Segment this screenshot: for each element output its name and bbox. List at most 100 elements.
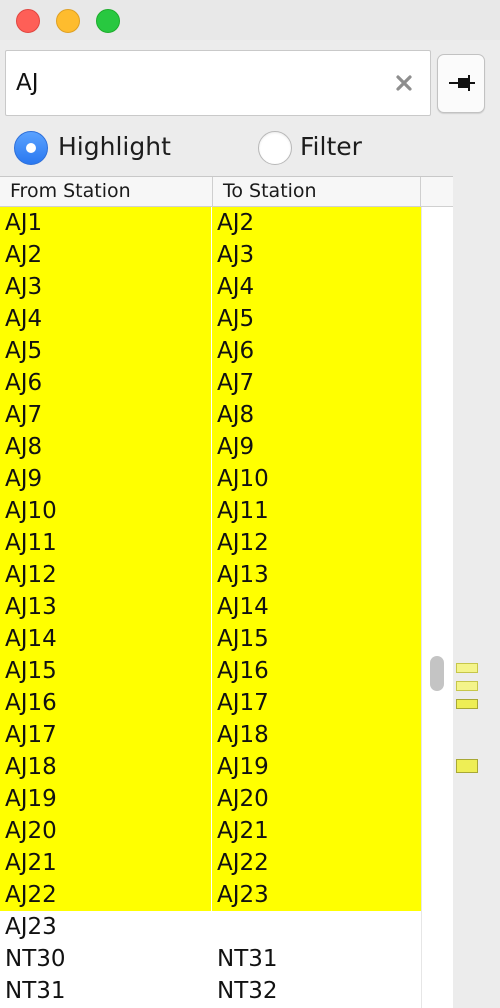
to-station-cell: AJ22: [217, 850, 269, 876]
to-station-cell: AJ8: [217, 402, 255, 428]
title-bar: [0, 0, 500, 40]
table-row[interactable]: AJ23: [0, 911, 421, 943]
from-station-cell: AJ20: [0, 815, 212, 847]
from-station-cell: AJ14: [0, 623, 212, 655]
to-station-cell: AJ5: [217, 306, 255, 332]
table-row[interactable]: AJ3 AJ4: [0, 271, 421, 303]
to-station-cell: AJ4: [217, 274, 255, 300]
match-marker[interactable]: [456, 663, 478, 673]
scrollbar-thumb[interactable]: [430, 656, 444, 691]
to-station-cell: AJ16: [217, 658, 269, 684]
close-x-icon: [396, 75, 412, 91]
zoom-window-button[interactable]: [96, 9, 120, 33]
to-station-cell: AJ15: [217, 626, 269, 652]
from-station-cell: AJ4: [0, 303, 212, 335]
highlight-radio[interactable]: [14, 131, 48, 165]
from-station-cell: NT31: [5, 978, 66, 1004]
from-station-cell: AJ2: [0, 239, 212, 271]
match-marker[interactable]: [456, 699, 478, 709]
table-row[interactable]: AJ11 AJ12: [0, 527, 421, 559]
from-station-cell: NT30: [5, 946, 66, 972]
from-station-cell: AJ17: [0, 719, 212, 751]
match-marker[interactable]: [456, 681, 478, 691]
table-row[interactable]: AJ19 AJ20: [0, 783, 421, 815]
to-station-cell: AJ12: [217, 530, 269, 556]
pin-button[interactable]: [437, 54, 485, 113]
table-row[interactable]: AJ7 AJ8: [0, 399, 421, 431]
to-station-cell: AJ7: [217, 370, 255, 396]
table-row[interactable]: AJ21 AJ22: [0, 847, 421, 879]
search-field[interactable]: [5, 50, 431, 116]
from-station-cell: AJ10: [0, 495, 212, 527]
table-header: From Station To Station: [0, 177, 453, 207]
table-row[interactable]: AJ14 AJ15: [0, 623, 421, 655]
close-window-button[interactable]: [16, 9, 40, 33]
from-station-cell: AJ16: [0, 687, 212, 719]
table-row[interactable]: AJ4 AJ5: [0, 303, 421, 335]
column-header-from-station[interactable]: From Station: [0, 177, 213, 206]
search-input[interactable]: [16, 63, 376, 103]
table-row[interactable]: AJ2 AJ3: [0, 239, 421, 271]
table-row[interactable]: AJ8 AJ9: [0, 431, 421, 463]
to-station-cell: AJ6: [217, 338, 255, 364]
to-station-cell: AJ18: [217, 722, 269, 748]
to-station-cell: [212, 911, 421, 943]
to-station-cell: NT32: [217, 978, 278, 1004]
to-station-cell: AJ21: [217, 818, 269, 844]
from-station-cell: AJ7: [0, 399, 212, 431]
from-station-cell: AJ8: [0, 431, 212, 463]
filter-radio-label[interactable]: Filter: [300, 132, 362, 161]
station-search-window: Highlight Filter From Station To Station…: [0, 0, 500, 1008]
table-row[interactable]: AJ16 AJ17: [0, 687, 421, 719]
from-station-cell: AJ22: [0, 879, 212, 911]
from-station-cell: AJ19: [0, 783, 212, 815]
vertical-scrollbar[interactable]: [421, 207, 453, 1008]
table-row[interactable]: AJ1 AJ2: [0, 207, 421, 239]
table-row[interactable]: AJ20 AJ21: [0, 815, 421, 847]
table-row[interactable]: NT30 NT31: [0, 943, 421, 975]
from-station-cell: AJ6: [0, 367, 212, 399]
from-station-cell: AJ1: [0, 207, 212, 239]
from-station-cell: AJ21: [0, 847, 212, 879]
match-marker-gutter: [453, 176, 500, 1008]
to-station-cell: AJ2: [217, 210, 255, 236]
from-station-cell: AJ5: [0, 335, 212, 367]
clear-search-icon[interactable]: [392, 71, 416, 95]
table-row[interactable]: AJ10 AJ11: [0, 495, 421, 527]
to-station-cell: AJ23: [217, 882, 269, 908]
table-row[interactable]: AJ6 AJ7: [0, 367, 421, 399]
to-station-cell: AJ20: [217, 786, 269, 812]
table-row[interactable]: AJ13 AJ14: [0, 591, 421, 623]
from-station-cell: AJ15: [0, 655, 212, 687]
from-station-cell: AJ11: [0, 527, 212, 559]
table-row[interactable]: AJ18 AJ19: [0, 751, 421, 783]
to-station-cell: AJ19: [217, 754, 269, 780]
header-corner: [421, 177, 453, 206]
from-station-cell: AJ18: [0, 751, 212, 783]
table-row[interactable]: AJ22 AJ23: [0, 879, 421, 911]
to-station-cell: AJ11: [217, 498, 269, 524]
table-row[interactable]: AJ17 AJ18: [0, 719, 421, 751]
table-row[interactable]: NT31 NT32: [0, 975, 421, 1007]
table-row[interactable]: AJ5 AJ6: [0, 335, 421, 367]
table-body: AJ1 AJ2 AJ2 AJ3 AJ3 AJ4 AJ4 AJ5 AJ5 AJ6 AJ6 AJ7 AJ7 A…: [0, 207, 421, 1007]
to-station-cell: AJ14: [217, 594, 269, 620]
minimize-window-button[interactable]: [56, 9, 80, 33]
to-station-cell: AJ17: [217, 690, 269, 716]
filter-radio[interactable]: [258, 131, 292, 165]
match-marker[interactable]: [456, 759, 478, 773]
table-row[interactable]: AJ9 AJ10: [0, 463, 421, 495]
to-station-cell: AJ3: [217, 242, 255, 268]
from-station-cell: AJ9: [0, 463, 212, 495]
table-row[interactable]: AJ15 AJ16: [0, 655, 421, 687]
from-station-cell: AJ23: [5, 914, 57, 940]
to-station-cell: NT31: [217, 946, 278, 972]
to-station-cell: AJ9: [217, 434, 255, 460]
to-station-cell: AJ13: [217, 562, 269, 588]
pin-icon: [449, 75, 475, 91]
to-station-cell: AJ10: [217, 466, 269, 492]
column-header-to-station[interactable]: To Station: [213, 177, 421, 206]
from-station-cell: AJ13: [0, 591, 212, 623]
table-row[interactable]: AJ12 AJ13: [0, 559, 421, 591]
highlight-radio-label[interactable]: Highlight: [58, 132, 171, 161]
